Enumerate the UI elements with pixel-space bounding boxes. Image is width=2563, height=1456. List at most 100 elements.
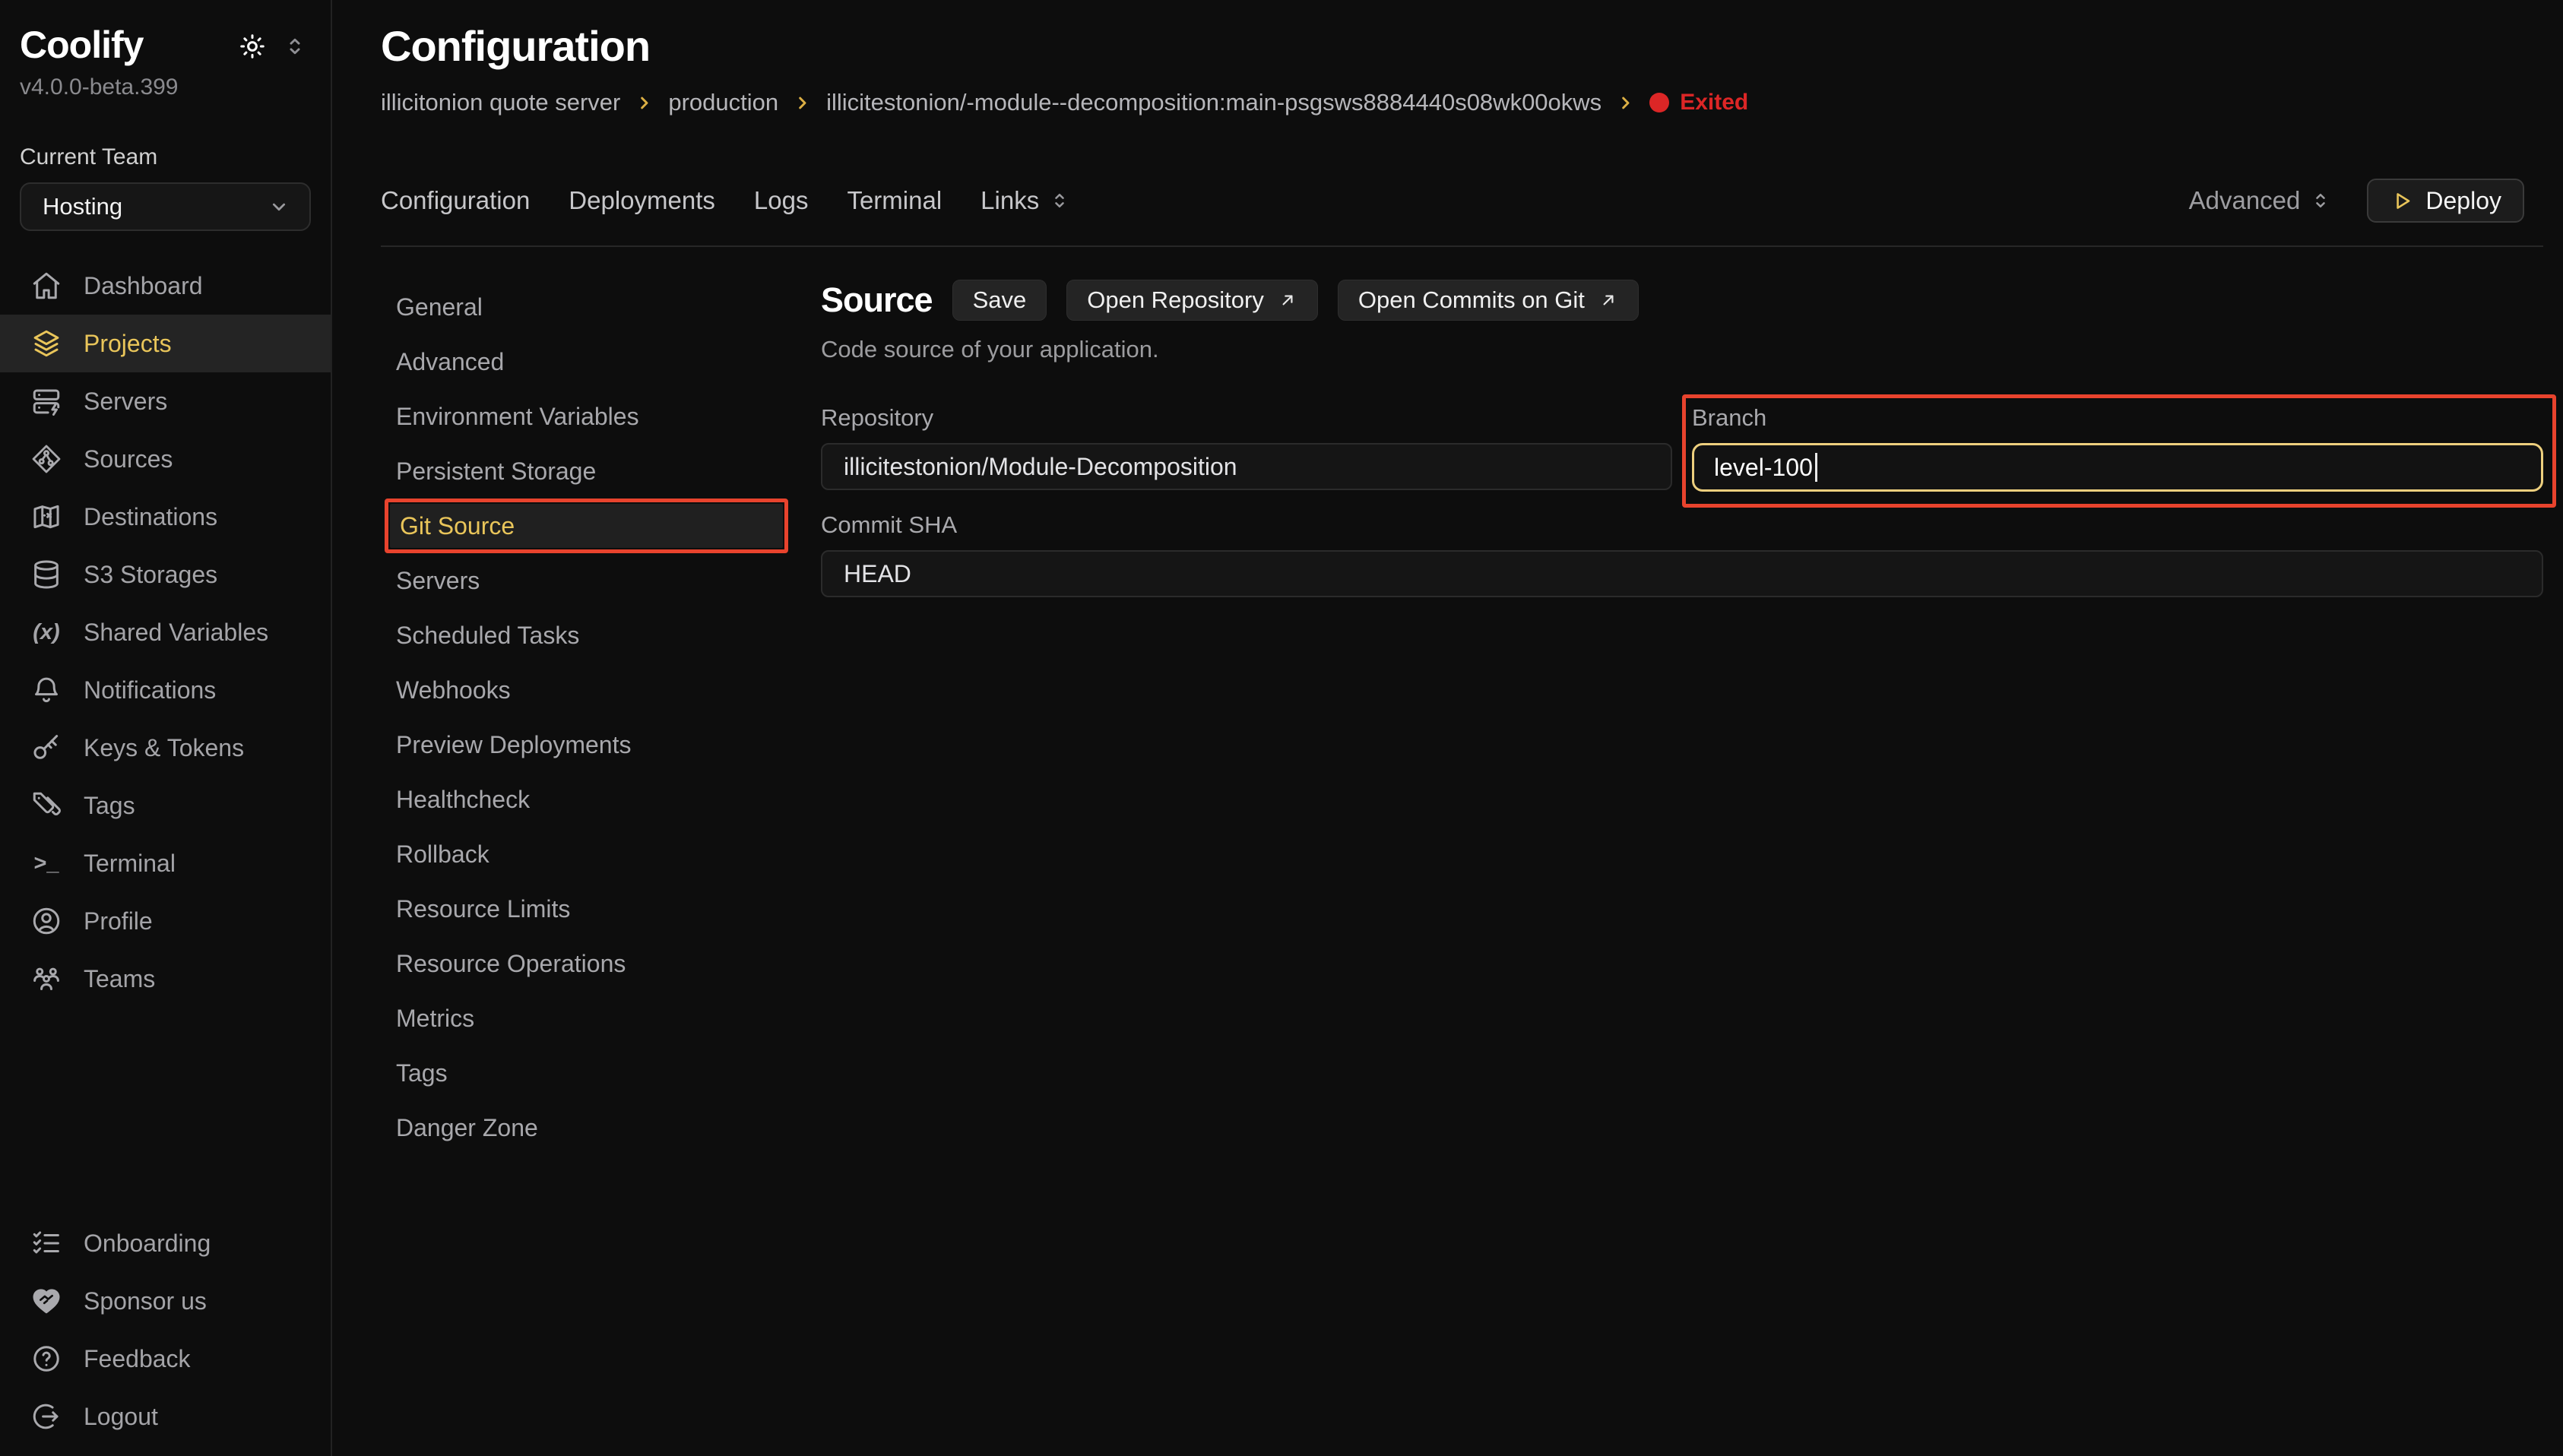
source-description: Code source of your application. (821, 336, 2543, 363)
chevron-right-icon (1615, 93, 1636, 113)
server-icon (30, 385, 62, 417)
deploy-label: Deploy (2425, 187, 2501, 215)
breadcrumb-project[interactable]: illicitonion quote server (381, 89, 620, 116)
sidebar-item-label: Onboarding (84, 1230, 211, 1258)
deploy-button[interactable]: Deploy (2367, 179, 2524, 223)
sidebar-item-sponsor-us[interactable]: Sponsor us (0, 1272, 331, 1330)
sidebar-item-label: S3 Storages (84, 561, 217, 589)
branch-input-value: level-100 (1714, 454, 1813, 482)
git-diamond-icon (30, 443, 62, 475)
subnav-preview-deployments[interactable]: Preview Deployments (381, 717, 788, 772)
sidebar-item-dashboard[interactable]: Dashboard (0, 257, 331, 315)
sidebar-item-label: Logout (84, 1403, 158, 1431)
subnav-tags[interactable]: Tags (381, 1046, 788, 1100)
sidebar-item-servers[interactable]: Servers (0, 372, 331, 430)
sidebar-item-teams[interactable]: Teams (0, 950, 331, 1008)
repository-input[interactable] (821, 443, 1672, 490)
map-icon (30, 501, 62, 533)
sidebar-item-label: Teams (84, 965, 155, 993)
sidebar-item-label: Projects (84, 330, 172, 358)
team-select-value: Hosting (43, 193, 122, 220)
sidebar-nav: Dashboard Projects Servers Sources Desti… (0, 257, 331, 1008)
sidebar: Coolify v4.0.0-beta.399 Current Team Hos… (0, 0, 332, 1456)
users-icon (30, 963, 62, 995)
current-team-label: Current Team (20, 144, 311, 170)
terminal-prompt-icon: >_ (30, 851, 62, 876)
checklist-icon (30, 1227, 62, 1259)
instance-switcher-chevrons-icon[interactable] (282, 33, 308, 59)
breadcrumb-application[interactable]: illicitestonion/-module--decomposition:m… (826, 89, 1601, 116)
subnav-servers[interactable]: Servers (381, 553, 788, 608)
help-circle-icon (30, 1343, 62, 1375)
external-link-icon (1278, 290, 1297, 310)
subnav-environment-variables[interactable]: Environment Variables (381, 389, 788, 444)
sidebar-item-feedback[interactable]: Feedback (0, 1330, 331, 1388)
sidebar-item-label: Tags (84, 792, 135, 820)
source-heading: Source (821, 280, 933, 320)
main-content: Configuration illicitonion quote server … (332, 0, 2563, 1456)
app-root: Coolify v4.0.0-beta.399 Current Team Hos… (0, 0, 2563, 1456)
sidebar-item-label: Sponsor us (84, 1287, 207, 1315)
theme-toggle-sun-icon[interactable] (238, 32, 267, 61)
chevrons-up-down-icon (2309, 189, 2332, 212)
advanced-dropdown[interactable]: Advanced (2189, 186, 2333, 215)
sidebar-item-notifications[interactable]: Notifications (0, 661, 331, 719)
breadcrumb: illicitonion quote server production ill… (381, 89, 2543, 116)
sidebar-item-tags[interactable]: Tags (0, 777, 331, 834)
sidebar-item-label: Profile (84, 907, 153, 935)
brand-logo: Coolify (20, 23, 143, 67)
tab-logs[interactable]: Logs (754, 186, 809, 215)
tab-configuration[interactable]: Configuration (381, 186, 530, 215)
breadcrumb-environment[interactable]: production (668, 89, 778, 116)
sidebar-item-projects[interactable]: Projects (0, 315, 331, 372)
sidebar-item-label: Destinations (84, 503, 217, 531)
sidebar-item-label: Servers (84, 388, 167, 416)
sidebar-footer-nav: Onboarding Sponsor us Feedback Logout (0, 1214, 331, 1456)
subnav-scheduled-tasks[interactable]: Scheduled Tasks (381, 608, 788, 663)
sidebar-item-shared-variables[interactable]: (x) Shared Variables (0, 603, 331, 661)
sidebar-item-logout[interactable]: Logout (0, 1388, 331, 1445)
subnav-danger-zone[interactable]: Danger Zone (381, 1100, 788, 1155)
tab-deployments[interactable]: Deployments (569, 186, 715, 215)
source-panel: Source Save Open Repository Open Commits… (821, 280, 2543, 1456)
team-select[interactable]: Hosting (20, 182, 311, 231)
chevrons-up-down-icon (1048, 189, 1071, 212)
sidebar-item-terminal[interactable]: >_ Terminal (0, 834, 331, 892)
subnav-webhooks[interactable]: Webhooks (381, 663, 788, 717)
subnav-healthcheck[interactable]: Healthcheck (381, 772, 788, 827)
layers-icon (30, 328, 62, 359)
subnav-persistent-storage[interactable]: Persistent Storage (381, 444, 788, 499)
logout-icon (30, 1401, 62, 1432)
sidebar-item-label: Sources (84, 445, 173, 473)
tab-links[interactable]: Links (981, 186, 1071, 215)
subnav-git-source[interactable]: Git Source (390, 504, 783, 548)
status-label: Exited (1680, 90, 1748, 116)
branch-label: Branch (1692, 404, 2543, 432)
subnav-resource-operations[interactable]: Resource Operations (381, 936, 788, 991)
subnav-resource-limits[interactable]: Resource Limits (381, 882, 788, 936)
open-repository-label: Open Repository (1087, 286, 1264, 314)
repository-label: Repository (821, 404, 1672, 432)
sidebar-item-onboarding[interactable]: Onboarding (0, 1214, 331, 1272)
open-repository-button[interactable]: Open Repository (1066, 280, 1318, 321)
annotation-box-branch: Branch level-100 (1682, 394, 2556, 508)
commit-sha-input[interactable] (821, 550, 2543, 597)
branch-field: Branch level-100 (1692, 404, 2543, 492)
subnav-rollback[interactable]: Rollback (381, 827, 788, 882)
tab-terminal[interactable]: Terminal (847, 186, 942, 215)
subnav-advanced[interactable]: Advanced (381, 334, 788, 389)
sidebar-item-s3-storages[interactable]: S3 Storages (0, 546, 331, 603)
sidebar-item-profile[interactable]: Profile (0, 892, 331, 950)
sidebar-item-sources[interactable]: Sources (0, 430, 331, 488)
sidebar-item-keys-tokens[interactable]: Keys & Tokens (0, 719, 331, 777)
subnav-metrics[interactable]: Metrics (381, 991, 788, 1046)
sidebar-item-label: Notifications (84, 676, 216, 704)
chevron-down-icon (267, 195, 291, 219)
branch-input[interactable]: level-100 (1692, 443, 2543, 492)
save-button[interactable]: Save (952, 280, 1047, 321)
sidebar-item-destinations[interactable]: Destinations (0, 488, 331, 546)
open-commits-button[interactable]: Open Commits on Git (1338, 280, 1639, 321)
advanced-label: Advanced (2189, 186, 2301, 215)
text-caret (1815, 453, 1817, 482)
subnav-general[interactable]: General (381, 280, 788, 334)
